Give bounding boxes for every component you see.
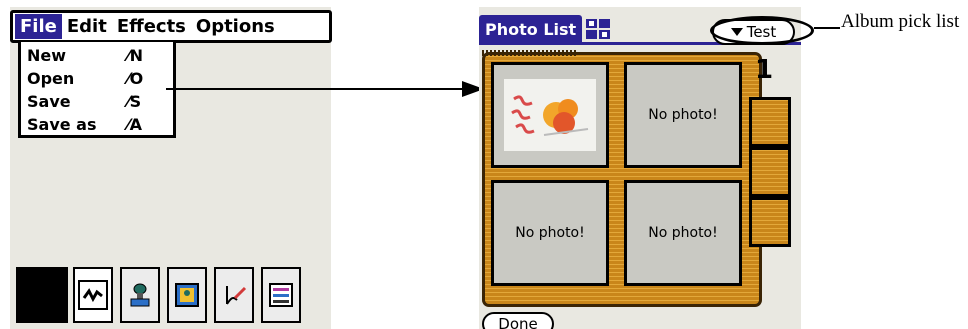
scribble-tool-icon[interactable]: [73, 267, 113, 323]
menu-item-label: Save: [27, 92, 71, 111]
page-title: Photo List: [479, 15, 583, 45]
menu-item-new[interactable]: New ⁄N: [27, 44, 167, 67]
done-button[interactable]: Done: [482, 312, 554, 329]
menubar: File Edit Effects Options: [10, 10, 332, 43]
view-grid-icon[interactable]: [585, 18, 611, 40]
menu-effects[interactable]: Effects: [112, 14, 191, 39]
pen-tool-icon[interactable]: [214, 267, 254, 323]
photo-slot-3[interactable]: No photo!: [491, 180, 609, 286]
album-page-tab[interactable]: [749, 197, 791, 247]
menu-item-open[interactable]: Open ⁄O: [27, 67, 167, 90]
menu-options[interactable]: Options: [191, 14, 280, 39]
menu-item-shortcut: ⁄O: [127, 69, 144, 88]
album-spine-marks: [482, 50, 577, 56]
menu-item-label: New: [27, 46, 67, 65]
callout-highlight: [710, 16, 814, 45]
photo-icon: [175, 283, 199, 307]
empty-slot-label: No photo!: [648, 107, 718, 123]
photo-thumbnail: [504, 79, 596, 151]
settings-icon: [269, 283, 293, 307]
pen-icon: [226, 286, 247, 305]
photo-slot-4[interactable]: No photo!: [624, 180, 742, 286]
album-page-tab[interactable]: [749, 97, 791, 147]
photo-list-screen: Photo List Test 1 No photo! No photo! No…: [479, 7, 801, 329]
color-swatch[interactable]: [16, 267, 68, 323]
stamp-tool-icon[interactable]: [120, 267, 160, 323]
album-page-tab[interactable]: [749, 147, 791, 197]
menu-item-shortcut: ⁄S: [127, 92, 142, 111]
menu-item-save[interactable]: Save ⁄S: [27, 90, 167, 113]
photo-tool-icon[interactable]: [167, 267, 207, 323]
menu-item-shortcut: ⁄A: [127, 115, 143, 134]
menu-edit[interactable]: Edit: [62, 14, 112, 39]
draw-screen: File Edit Effects Options New ⁄N Open ⁄O…: [10, 7, 332, 329]
menu-item-label: Save as: [27, 115, 97, 134]
settings-tool-icon[interactable]: [261, 267, 301, 323]
empty-slot-label: No photo!: [648, 225, 718, 241]
menu-item-label: Open: [27, 69, 75, 88]
photo-slot-2[interactable]: No photo!: [624, 62, 742, 168]
page-number: 1: [755, 55, 774, 85]
empty-slot-label: No photo!: [515, 225, 585, 241]
scribble-icon: [78, 280, 108, 310]
connector-arrow: [166, 81, 484, 97]
menu-file[interactable]: File: [15, 14, 62, 39]
callout-label: Album pick list: [841, 11, 960, 32]
menu-item-shortcut: ⁄N: [127, 46, 144, 65]
file-menu-dropdown: New ⁄N Open ⁄O Save ⁄S Save as ⁄A: [18, 40, 176, 138]
stamp-icon: [130, 283, 150, 307]
photo-slot-1[interactable]: [491, 62, 609, 168]
callout-leader-line: [814, 27, 840, 29]
drawing-toolbar: [16, 264, 326, 324]
menu-item-save-as[interactable]: Save as ⁄A: [27, 113, 167, 136]
